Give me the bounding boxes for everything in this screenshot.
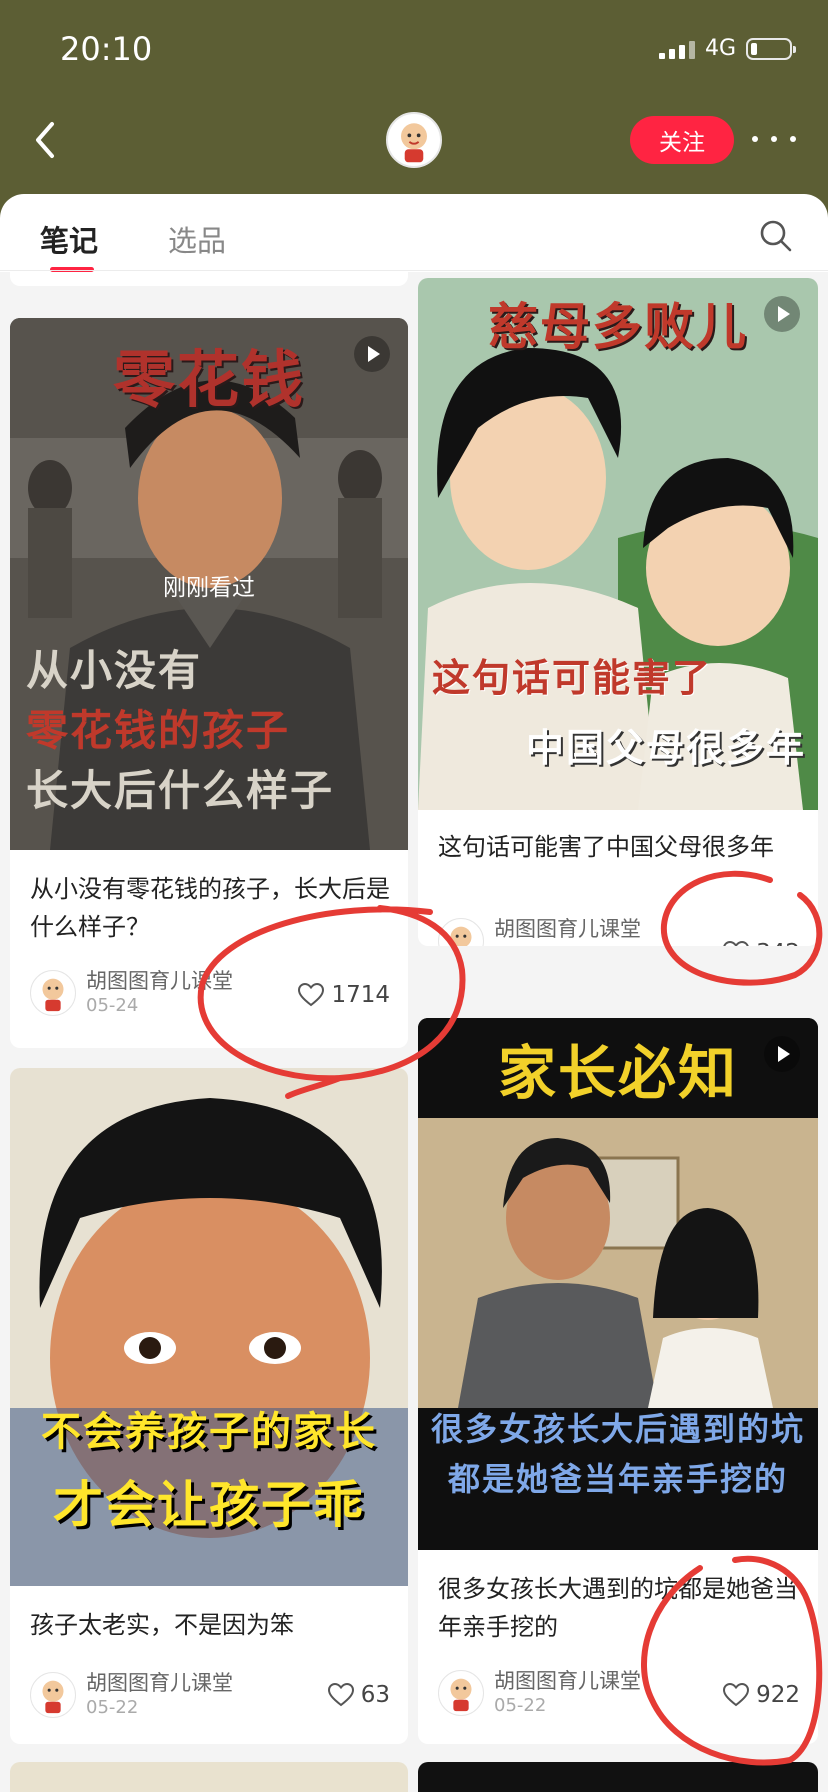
battery-icon <box>746 37 796 60</box>
note-card[interactable]: 零花钱 刚刚看过 从小没有 零花钱的孩子 长大后什么样子 从小没有零花钱的孩子，… <box>10 318 408 1048</box>
note-title[interactable]: 很多女孩长大遇到的坑都是她爸当年亲手挖的 <box>438 1570 800 1646</box>
note-cover: 家长必知 很多女孩长大后遇到的坑 都是她爸当年亲手挖的 <box>418 1018 818 1550</box>
network-type: 4G <box>704 36 736 61</box>
like-count: 342 <box>756 940 800 946</box>
note-title[interactable]: 从小没有零花钱的孩子，长大后是什么样子？ <box>30 870 390 946</box>
cover-overlay-line: 长大后什么样子 <box>26 766 335 815</box>
back-button[interactable] <box>28 118 64 162</box>
like-button[interactable]: 63 <box>327 1682 390 1708</box>
note-cover: 零花钱 刚刚看过 从小没有 零花钱的孩子 长大后什么样子 <box>10 318 408 850</box>
note-author[interactable]: 胡图图育儿课堂 05-24 <box>30 968 233 1018</box>
status-indicators: 4G <box>658 36 796 61</box>
more-button[interactable] <box>752 124 796 154</box>
like-button[interactable]: 1714 <box>297 982 390 1008</box>
note-date: 05-22 <box>86 1697 139 1718</box>
author-avatar <box>438 1670 484 1716</box>
previous-card-remnant <box>10 272 408 286</box>
cover-overlay-title: 慈母多败儿 <box>488 298 748 356</box>
like-button[interactable]: 342 <box>722 940 800 946</box>
note-title[interactable]: 这句话可能害了中国父母很多年 <box>438 828 800 866</box>
note-card[interactable]: 不会养孩子的家长 才会让孩子乖 孩子太老实，不是因为笨 胡图图育儿课堂 05-2… <box>10 1068 408 1744</box>
author-avatar <box>30 970 76 1016</box>
heart-icon <box>298 982 325 1007</box>
note-card-partial[interactable] <box>418 1762 818 1792</box>
tab-divider <box>0 270 828 271</box>
heart-icon <box>723 1682 750 1707</box>
like-count: 922 <box>756 1682 800 1708</box>
author-avatar-header[interactable] <box>386 112 442 168</box>
tab-bar: 笔记 选品 <box>0 194 828 272</box>
back-icon <box>36 122 54 158</box>
cover-overlay-line: 才会让孩子乖 <box>53 1476 365 1534</box>
note-author[interactable]: 胡图图育儿课堂 05-24 <box>438 916 641 946</box>
note-date: 05-22 <box>494 1695 547 1716</box>
heart-icon <box>723 940 749 946</box>
note-author[interactable]: 胡图图育儿课堂 05-22 <box>30 1670 233 1720</box>
note-title[interactable]: 孩子太老实，不是因为笨 <box>30 1606 390 1644</box>
heart-icon <box>327 1682 354 1707</box>
like-count: 1714 <box>331 982 390 1008</box>
cover-overlay-line: 不会养孩子的家长 <box>41 1409 377 1455</box>
note-card[interactable]: 家长必知 很多女孩长大后遇到的坑 都是她爸当年亲手挖的 很多女孩长大遇到的坑都是… <box>418 1018 818 1744</box>
author-avatar <box>438 918 484 946</box>
author-name: 胡图图育儿课堂 <box>86 1671 233 1695</box>
note-date: 05-24 <box>494 942 641 946</box>
signal-icon <box>658 39 695 59</box>
author-name: 胡图图育儿课堂 <box>494 1669 641 1693</box>
cover-overlay-title: 家长必知 <box>497 1039 738 1107</box>
more-icon <box>752 136 758 142</box>
cover-overlay-line: 都是她爸当年亲手挖的 <box>447 1460 788 1498</box>
cover-overlay-line: 从小没有 <box>26 646 203 695</box>
search-icon <box>760 220 792 252</box>
cover-overlay-title: 零花钱 <box>112 343 305 416</box>
cover-overlay-line: 很多女孩长大后遇到的坑 <box>430 1410 805 1448</box>
author-name: 胡图图育儿课堂 <box>494 917 641 941</box>
cover-overlay-line: 零花钱的孩子 <box>26 706 291 755</box>
search-button[interactable] <box>758 218 794 254</box>
recently-viewed-label: 刚刚看过 <box>163 575 255 601</box>
follow-button[interactable]: 关注 <box>630 116 734 164</box>
like-count: 63 <box>360 1682 390 1708</box>
note-card[interactable]: 慈母多败儿 这句话可能害了 中国父母很多年 这句话可能害了中国父母很多年 胡图图… <box>418 278 818 946</box>
status-time: 20:10 <box>60 30 153 68</box>
author-avatar <box>30 1672 76 1718</box>
note-date: 05-24 <box>86 995 139 1016</box>
like-button[interactable]: 922 <box>722 1682 800 1708</box>
cover-overlay-line: 中国父母很多年 <box>525 726 806 770</box>
note-cover: 慈母多败儿 这句话可能害了 中国父母很多年 <box>418 278 818 810</box>
note-cover: 不会养孩子的家长 才会让孩子乖 <box>10 1068 408 1586</box>
cover-overlay-line: 这句话可能害了 <box>432 656 713 700</box>
tab-products[interactable]: 选品 <box>168 218 226 260</box>
note-card-partial[interactable] <box>10 1762 408 1792</box>
author-name: 胡图图育儿课堂 <box>86 969 233 993</box>
note-author[interactable]: 胡图图育儿课堂 05-22 <box>438 1668 641 1718</box>
tab-notes[interactable]: 笔记 <box>40 218 98 272</box>
